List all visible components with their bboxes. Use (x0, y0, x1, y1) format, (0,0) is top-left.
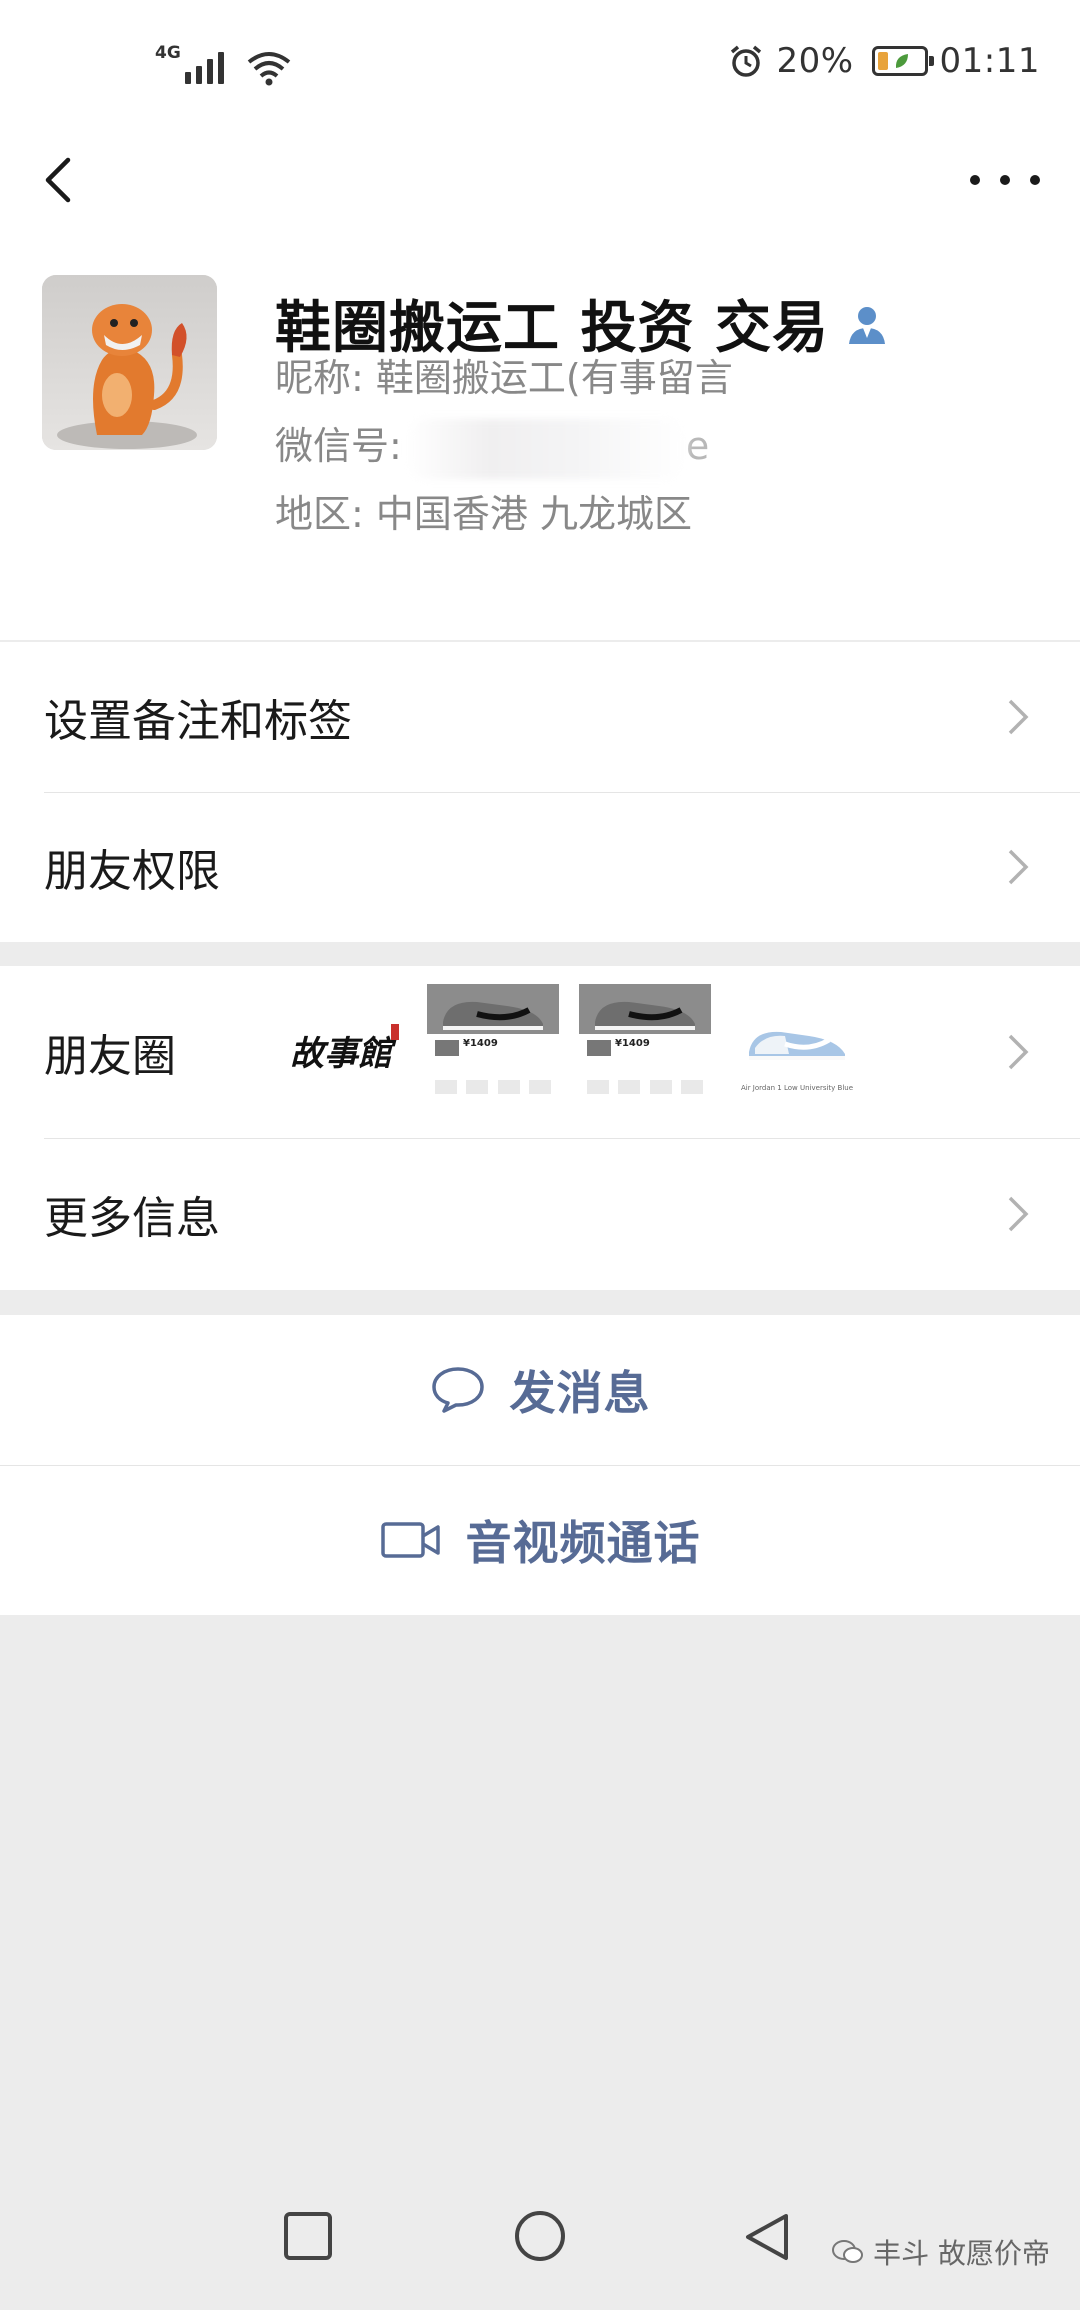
more-info-label: 更多信息 (44, 1193, 220, 1244)
video-call-label: 音视频通话 (465, 1516, 701, 1570)
wechat-id-label: 微信号: (275, 424, 402, 468)
clock: 01:11 (939, 41, 1040, 81)
battery-icon (871, 46, 934, 76)
watermark-text: 丰斗 故愿价帝 (873, 2237, 1050, 2270)
price-text: ¥1409 (615, 1038, 650, 1049)
moments-thumb[interactable]: 故事館 (275, 984, 407, 1116)
price-text: ¥1409 (463, 1038, 498, 1049)
actions-group: 发消息 音视频通话 (0, 1315, 1080, 1615)
more-dots-icon (970, 175, 980, 185)
remark-tags-label: 设置备注和标签 (44, 696, 352, 747)
avatar[interactable] (42, 275, 217, 450)
chevron-right-icon (1008, 849, 1029, 885)
back-button[interactable] (30, 140, 90, 220)
wechat-id-tail: e (685, 424, 710, 468)
signal-icon (184, 50, 224, 84)
moments-label: 朋友圈 (44, 1031, 176, 1082)
contact-icon (849, 306, 885, 344)
friend-permissions-item[interactable]: 朋友权限 (0, 792, 1080, 942)
chat-bubble-icon (431, 1367, 484, 1413)
network-type: 4G (155, 43, 181, 63)
profile-card: 鞋圈搬运工 投资 交易 昵称: 鞋圈搬运工(有事留言 微信号: e 地区: 中国香… (0, 235, 1080, 640)
send-message-label: 发消息 (509, 1366, 651, 1420)
moments-thumb[interactable]: Air Jordan 1 Low University Blue (731, 984, 863, 1116)
battery-percent: 20% (776, 41, 854, 81)
settings-group: 设置备注和标签 朋友权限 (0, 642, 1080, 942)
more-button[interactable] (970, 155, 1040, 205)
moments-thumb[interactable]: ¥1409 (427, 984, 559, 1116)
moments-thumbnails: 故事館 ¥1409 ¥1409 Air Jordan 1 Low Univers… (275, 984, 863, 1116)
system-nav-bar: 丰斗 故愿价帝 (0, 2170, 1080, 2310)
system-back-button[interactable] (742, 2210, 792, 2266)
remark-tags-item[interactable]: 设置备注和标签 (0, 642, 1080, 792)
wifi-icon (247, 52, 291, 86)
recent-apps-button[interactable] (282, 2210, 334, 2262)
chevron-right-icon (1008, 1034, 1029, 1070)
more-info-item[interactable]: 更多信息 (0, 1138, 1080, 1290)
region-line: 地区: 中国香港 九龙城区 (275, 492, 692, 536)
nav-bar (0, 125, 1080, 235)
wechat-id-line: 微信号: e (275, 415, 709, 479)
chevron-right-icon (1008, 699, 1029, 735)
moments-thumb[interactable]: ¥1409 (579, 984, 711, 1116)
chevron-right-icon (1008, 1196, 1029, 1232)
friend-permissions-label: 朋友权限 (44, 846, 220, 897)
video-call-button[interactable]: 音视频通话 (0, 1465, 1080, 1615)
video-camera-icon (380, 1522, 440, 1558)
watermark: 丰斗 故愿价帝 (831, 2232, 1050, 2272)
wechat-logo-icon (832, 2240, 864, 2263)
product-caption: Air Jordan 1 Low University Blue (740, 1084, 854, 1092)
home-button[interactable] (512, 2210, 568, 2266)
blurred-id (405, 418, 686, 479)
moments-group: 朋友圈 故事館 ¥1409 ¥1409 Air Jordan 1 Low Uni… (0, 966, 1080, 1290)
alarm-icon (731, 45, 762, 77)
calligraphy-text: 故事館 (290, 1033, 392, 1074)
status-bar: 4G 20% 01:11 (0, 0, 1080, 125)
moments-item[interactable]: 朋友圈 故事館 ¥1409 ¥1409 Air Jordan 1 Low Uni… (0, 966, 1080, 1138)
nickname-line: 昵称: 鞋圈搬运工(有事留言 (275, 356, 733, 400)
send-message-button[interactable]: 发消息 (0, 1315, 1080, 1465)
